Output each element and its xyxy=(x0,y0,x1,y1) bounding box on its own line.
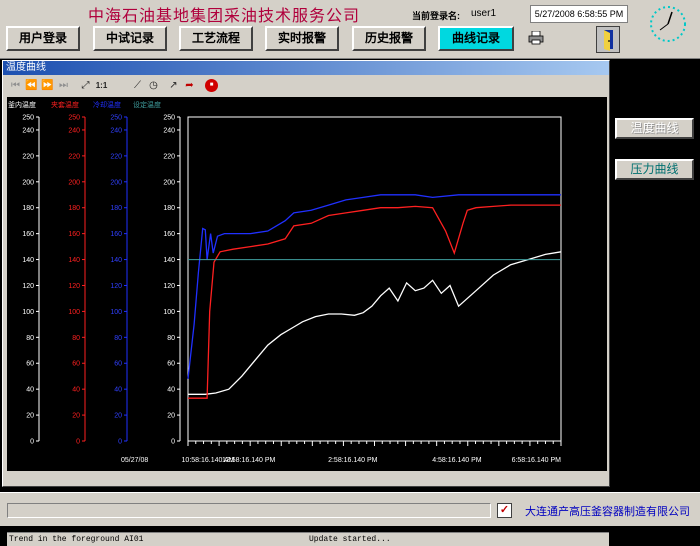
y-tick-label: 160 xyxy=(68,231,80,238)
y-tick-label: 0 xyxy=(118,439,122,446)
y-tick-label: 200 xyxy=(68,179,80,186)
nav-curve-records-button[interactable]: 曲线记录 xyxy=(438,26,514,51)
x-tick-label: 12:58:16.140 PM xyxy=(222,457,275,464)
pressure-curve-button[interactable]: 压力曲线 xyxy=(615,159,694,180)
nav-user-login-button[interactable]: 用户登录 xyxy=(6,26,80,51)
y-tick-label: 180 xyxy=(163,205,175,212)
y-tick-label: 220 xyxy=(110,153,122,160)
y-tick-label: 250 xyxy=(68,115,80,122)
manufacturer-label: 大连通产高压釜容器制造有限公司 xyxy=(525,506,690,518)
y-tick-label: 20 xyxy=(114,413,122,420)
y-tick-label: 200 xyxy=(22,179,34,186)
y-tick-label: 220 xyxy=(68,153,80,160)
nav-process-flow-button[interactable]: 工艺流程 xyxy=(179,26,253,51)
y-tick-label: 250 xyxy=(22,115,34,122)
analog-clock-icon xyxy=(650,6,686,42)
company-title: 中海石油基地集团采油技术服务公司 xyxy=(88,6,361,25)
y-tick-label: 40 xyxy=(167,387,175,394)
y-tick-label: 180 xyxy=(22,205,34,212)
axis-title-0: 釜内温度 xyxy=(8,100,36,109)
bottom-bar: ✓ 大连通产高压釜容器制造有限公司 xyxy=(0,492,700,526)
y-tick-label: 240 xyxy=(163,127,175,134)
y-tick-label: 20 xyxy=(167,413,175,420)
top-bar: 中海石油基地集团采油技术服务公司 当前登录名: user1 5/27/2008 … xyxy=(0,0,700,59)
y-tick-label: 160 xyxy=(110,231,122,238)
axis-title-1: 夹套温度 xyxy=(51,100,79,109)
y-tick-label: 180 xyxy=(110,205,122,212)
y-tick-label: 60 xyxy=(26,361,34,368)
y-tick-label: 250 xyxy=(110,115,122,122)
x-tick-label: 2:58:16.140 PM xyxy=(328,457,378,464)
nav-realtime-alarm-button[interactable]: 实时报警 xyxy=(265,26,339,51)
temperature-curve-button[interactable]: 温度曲线 xyxy=(615,118,694,139)
y-tick-label: 240 xyxy=(68,127,80,134)
status-checkbox[interactable]: ✓ xyxy=(497,503,512,518)
status-right-text: Update started... xyxy=(309,535,391,544)
y-tick-label: 200 xyxy=(163,179,175,186)
y-tick-label: 0 xyxy=(76,439,80,446)
y-tick-label: 40 xyxy=(72,387,80,394)
y-tick-label: 0 xyxy=(30,439,34,446)
y-tick-label: 20 xyxy=(26,413,34,420)
progress-bar xyxy=(7,503,491,518)
trend-status-bar: Trend in the foreground AI01 Update star… xyxy=(7,532,609,546)
y-tick-label: 100 xyxy=(22,309,34,316)
y-tick-label: 120 xyxy=(22,283,34,290)
y-tick-label: 80 xyxy=(26,335,34,342)
y-tick-label: 100 xyxy=(163,309,175,316)
y-tick-label: 60 xyxy=(167,361,175,368)
current-user-caption: 当前登录名: xyxy=(412,11,460,21)
y-tick-label: 20 xyxy=(72,413,80,420)
y-tick-label: 120 xyxy=(68,283,80,290)
y-tick-label: 240 xyxy=(22,127,34,134)
y-tick-label: 180 xyxy=(68,205,80,212)
plot-background xyxy=(7,97,607,471)
y-tick-label: 220 xyxy=(22,153,34,160)
y-tick-label: 0 xyxy=(171,439,175,446)
trend-plot: 釜内温度020406080100120140160180200220240250… xyxy=(7,97,607,471)
nav-pilot-records-button[interactable]: 中试记录 xyxy=(93,26,167,51)
x-axis-date-label: 05/27/08 xyxy=(121,457,148,464)
y-tick-label: 220 xyxy=(163,153,175,160)
y-tick-label: 160 xyxy=(22,231,34,238)
y-tick-label: 80 xyxy=(72,335,80,342)
y-tick-label: 140 xyxy=(110,257,122,264)
y-tick-label: 60 xyxy=(114,361,122,368)
y-tick-label: 160 xyxy=(163,231,175,238)
y-tick-label: 240 xyxy=(110,127,122,134)
axis-title-3: 设定温度 xyxy=(133,100,161,109)
exit-door-icon[interactable] xyxy=(596,26,620,53)
status-left-text: Trend in the foreground AI01 xyxy=(9,535,144,544)
y-tick-label: 60 xyxy=(72,361,80,368)
axis-title-2: 冷却温度 xyxy=(93,100,121,109)
y-tick-label: 140 xyxy=(68,257,80,264)
y-tick-label: 40 xyxy=(26,387,34,394)
printer-icon[interactable] xyxy=(528,31,544,45)
nav-history-alarm-button[interactable]: 历史报警 xyxy=(352,26,426,51)
datetime-display: 5/27/2008 6:58:55 PM xyxy=(530,5,628,23)
y-tick-label: 100 xyxy=(110,309,122,316)
y-tick-label: 40 xyxy=(114,387,122,394)
trend-window: 温度曲线 ⏮ ⏪ ⏩ ⏭ ⤢ 1:1 ⟋ ◷ ↗ ➦ ■ 釜内温度 0 20 40 60… xyxy=(2,60,610,546)
y-tick-label: 80 xyxy=(167,335,175,342)
y-tick-label: 140 xyxy=(22,257,34,264)
y-tick-label: 200 xyxy=(110,179,122,186)
x-tick-label: 6:58:16.140 PM xyxy=(512,457,562,464)
y-tick-label: 100 xyxy=(68,309,80,316)
x-tick-label: 4:58:16.140 PM xyxy=(432,457,482,464)
y-tick-label: 120 xyxy=(110,283,122,290)
current-user-name: user1 xyxy=(471,8,497,19)
y-tick-label: 140 xyxy=(163,257,175,264)
y-tick-label: 80 xyxy=(114,335,122,342)
y-tick-label: 120 xyxy=(163,283,175,290)
y-tick-label: 250 xyxy=(163,115,175,122)
